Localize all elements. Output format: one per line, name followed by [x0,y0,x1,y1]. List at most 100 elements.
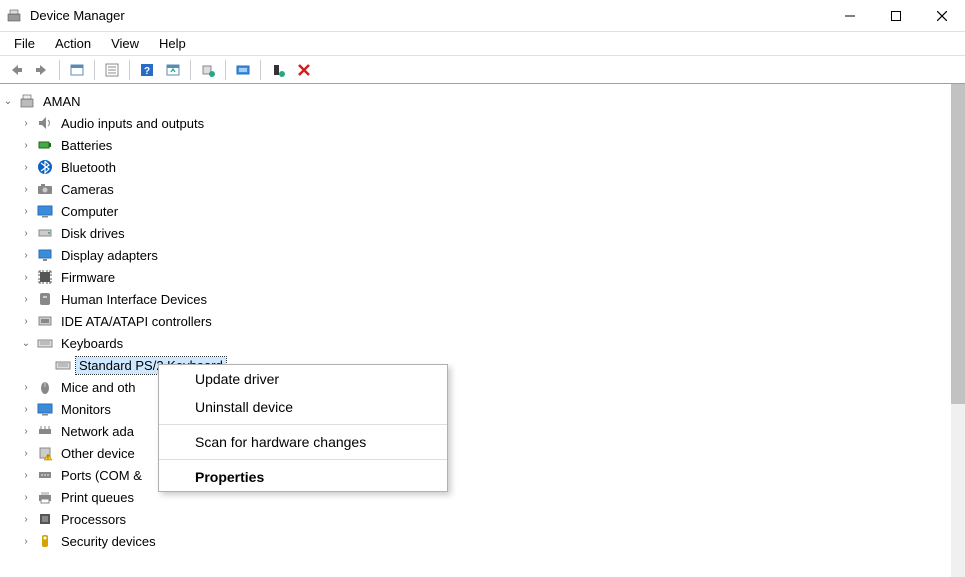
toolbar-back-button[interactable] [4,59,28,81]
chevron-right-icon[interactable]: › [18,448,34,459]
tree-category-label: Processors [58,511,129,528]
tree-category[interactable]: › Audio inputs and outputs [0,112,949,134]
tree-category[interactable]: ›Monitors [0,398,949,420]
tree-category[interactable]: ›Mice and oth [0,376,949,398]
tree-category-label: IDE ATA/ATAPI controllers [58,313,215,330]
tree-category-label: Security devices [58,533,159,550]
close-button[interactable] [919,0,965,32]
tree-category[interactable]: ›Human Interface Devices [0,288,949,310]
computer-icon [36,202,54,220]
chevron-right-icon[interactable]: › [18,404,34,415]
chevron-right-icon[interactable]: › [18,514,34,525]
tree-category[interactable]: ›Cameras [0,178,949,200]
tree-category-label: Disk drives [58,225,128,242]
titlebar: Device Manager [0,0,965,32]
menu-action[interactable]: Action [45,34,101,53]
keyboard-icon [36,334,54,352]
chevron-down-icon[interactable]: ⌄ [0,96,16,107]
maximize-button[interactable] [873,0,919,32]
toolbar-scan-button[interactable] [231,59,255,81]
minimize-button[interactable] [827,0,873,32]
tree-device[interactable]: Standard PS/2 Keyboard [0,354,949,376]
menubar: File Action View Help [0,32,965,56]
tree-category-label: Bluetooth [58,159,119,176]
tree-category[interactable]: › Computer [0,200,949,222]
chevron-down-icon[interactable]: ⌄ [18,338,34,349]
context-menu-separator [159,424,447,425]
chevron-right-icon[interactable]: › [18,536,34,547]
toolbar-show-hide-button[interactable] [65,59,89,81]
tree-category[interactable]: › Processors [0,508,949,530]
tree-root[interactable]: ⌄AMAN [0,90,949,112]
tree-category-label: Batteries [58,137,115,154]
device-tree[interactable]: ⌄AMAN › Audio inputs and outputs › Batteries… [0,90,949,577]
chevron-right-icon[interactable]: › [18,294,34,305]
menu-view[interactable]: View [101,34,149,53]
tree-category[interactable]: ›Display adapters [0,244,949,266]
context-menu-uninstall-device[interactable]: Uninstall device [159,393,447,421]
monitor-icon [36,400,54,418]
scrollbar-thumb[interactable] [951,84,965,404]
firmware-icon [36,268,54,286]
bluetooth-icon [36,158,54,176]
toolbar-help-button[interactable]: ? [135,59,159,81]
chevron-right-icon[interactable]: › [18,316,34,327]
chevron-right-icon[interactable]: › [18,228,34,239]
chevron-right-icon[interactable]: › [18,426,34,437]
toolbar-enable-button[interactable] [266,59,290,81]
toolbar-forward-button[interactable] [30,59,54,81]
computer-root-icon [18,92,36,110]
tree-category-label: Audio inputs and outputs [58,115,207,132]
audio-icon [36,114,54,132]
camera-icon [36,180,54,198]
context-menu-properties[interactable]: Properties [159,463,447,491]
tree-category-label: Ports (COM & [58,467,145,484]
tree-category-label: Network ada [58,423,137,440]
printer-icon [36,488,54,506]
tree-category-label: Other device [58,445,138,462]
disk-icon [36,224,54,242]
context-menu-update-driver[interactable]: Update driver [159,365,447,393]
tree-category[interactable]: › Print queues [0,486,949,508]
tree-category-label: Keyboards [58,335,126,352]
chevron-right-icon[interactable]: › [18,206,34,217]
toolbar-update-button[interactable] [161,59,185,81]
tree-category[interactable]: › Ports (COM & [0,464,949,486]
menu-help[interactable]: Help [149,34,196,53]
tree-category[interactable]: › Network ada [0,420,949,442]
display-icon [36,246,54,264]
context-menu-scan-hardware[interactable]: Scan for hardware changes [159,428,447,456]
chevron-right-icon[interactable]: › [18,140,34,151]
chevron-right-icon[interactable]: › [18,184,34,195]
tree-category-label: Firmware [58,269,118,286]
security-icon [36,532,54,550]
mouse-icon [36,378,54,396]
chevron-right-icon[interactable]: › [18,250,34,261]
tree-category[interactable]: ›!Other device [0,442,949,464]
chevron-right-icon[interactable]: › [18,492,34,503]
tree-category[interactable]: › Security devices [0,530,949,552]
toolbar-properties-button[interactable] [100,59,124,81]
tree-category[interactable]: › Disk drives [0,222,949,244]
tree-category[interactable]: › Firmware [0,266,949,288]
battery-icon [36,136,54,154]
chevron-right-icon[interactable]: › [18,162,34,173]
chevron-right-icon[interactable]: › [18,382,34,393]
device-manager-icon [6,8,22,24]
tree-category[interactable]: › IDE ATA/ATAPI controllers [0,310,949,332]
vertical-scrollbar[interactable] [951,84,965,577]
ide-icon [36,312,54,330]
window-title: Device Manager [30,8,125,23]
menu-file[interactable]: File [4,34,45,53]
tree-category-label: Print queues [58,489,137,506]
toolbar: ? [0,56,965,84]
chevron-right-icon[interactable]: › [18,272,34,283]
chevron-right-icon[interactable]: › [18,470,34,481]
tree-category-label: Computer [58,203,121,220]
chevron-right-icon[interactable]: › [18,118,34,129]
tree-category[interactable]: › Bluetooth [0,156,949,178]
tree-category[interactable]: ⌄ Keyboards [0,332,949,354]
toolbar-update-driver-button[interactable] [196,59,220,81]
toolbar-uninstall-button[interactable] [292,59,316,81]
tree-category[interactable]: › Batteries [0,134,949,156]
